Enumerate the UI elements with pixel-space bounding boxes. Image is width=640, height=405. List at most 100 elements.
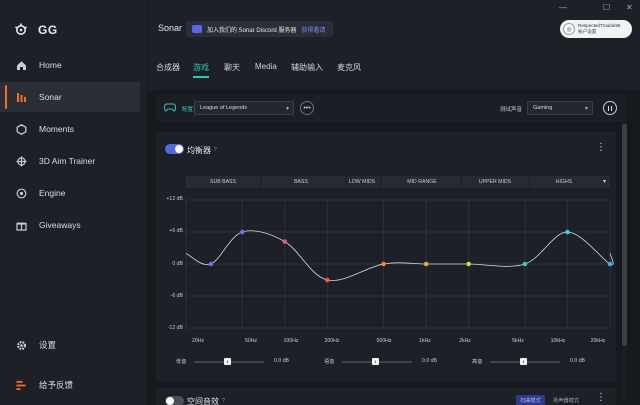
tab-aux[interactable]: 辅助输入 (291, 62, 323, 73)
sidebar-item-moments[interactable]: Moments (0, 114, 140, 144)
sidebar-item-label: Moments (39, 124, 74, 134)
sidebar-item-label: Home (39, 60, 62, 70)
x-tick-label: 20kHz (590, 338, 606, 344)
equalizer-panel: 均衡器 ? ⋮ SUB BASS BASS LOW MIDS MID RANGE… (156, 132, 616, 382)
page-title: Sonar (158, 23, 183, 33)
main-content: 配置: League of Legends ▾ ••• 测试声音 Gaming … (148, 90, 640, 405)
eq-band-point-7[interactable] (466, 261, 471, 267)
sidebar-item-label: 设置 (39, 340, 57, 350)
eq-band-point-5[interactable] (381, 261, 386, 267)
close-icon[interactable]: ✕ (626, 3, 633, 12)
discord-invite-link[interactable]: 获得邀请 (301, 25, 325, 34)
content-scrollbar[interactable] (622, 120, 627, 400)
eq-response-curve (185, 230, 614, 281)
voice-slider-value: 0.0 dB (422, 358, 437, 364)
x-tick-label: 2kHz (459, 338, 471, 344)
sidebar-item-settings[interactable]: 设置 (0, 330, 140, 360)
minimize-icon[interactable]: — (559, 3, 567, 12)
pause-test-button[interactable] (603, 101, 617, 115)
sidebar-item-home[interactable]: Home (0, 50, 140, 80)
x-tick-label: 500Hz (376, 338, 392, 344)
sidebar: GG Home Sonar Moments 3D Aim Trainer Eng… (0, 0, 148, 405)
test-sound-label: 测试声音 (500, 107, 523, 113)
app-title: GG (38, 23, 58, 37)
test-sound-value: Gaming (533, 105, 553, 111)
user-account-button[interactable]: ◎ RespectedTrouble96 帐户设置 (560, 20, 632, 38)
sidebar-item-label: 3D Aim Trainer (39, 156, 96, 166)
x-tick-label: 50Hz (244, 338, 258, 344)
spatial-menu-icon[interactable]: ⋮ (596, 393, 606, 403)
tab-microphone[interactable]: 麦克风 (337, 62, 361, 73)
steelseries-logo-icon (14, 23, 28, 35)
eq-band-point-4[interactable] (325, 277, 330, 283)
eq-band-point-2[interactable] (239, 229, 245, 235)
x-tick-label: 100Hz (283, 338, 299, 344)
discord-banner-text: 加入我们的 Sonar Discord 服务器 (207, 27, 297, 34)
tab-chat[interactable]: 聊天 (224, 62, 240, 73)
x-tick-label: 20Hz (191, 338, 205, 344)
avatar-icon: ◎ (563, 23, 575, 35)
voice-slider-thumb[interactable]: ‖ (372, 358, 379, 365)
x-tick-label: 200Hz (324, 338, 340, 344)
chevron-down-icon: ▾ (584, 106, 588, 112)
sidebar-item-label: Sonar (39, 92, 62, 102)
more-horizontal-icon: ••• (303, 104, 311, 112)
sidebar-item-feedback[interactable]: 给予反馈 (0, 370, 140, 400)
treble-slider-label: 高音 (472, 359, 483, 365)
treble-slider-thumb[interactable]: ‖ (520, 358, 527, 365)
pause-icon (607, 105, 610, 111)
eq-band-point-1[interactable] (208, 261, 214, 267)
x-tick-label: 10kHz (550, 338, 566, 344)
eq-band-point-8[interactable] (522, 261, 528, 267)
y-tick-label: +12 dB (166, 196, 183, 202)
y-tick-label: 0 dB (172, 261, 183, 267)
eq-band-point-6[interactable] (423, 261, 429, 267)
discord-invite-banner[interactable]: 加入我们的 Sonar Discord 服务器 获得邀请 (186, 21, 334, 37)
eq-band-point-3[interactable] (282, 239, 288, 244)
bass-slider-label: 低音 (176, 359, 187, 365)
mode-speaker-button[interactable]: 扬声器模式 (549, 395, 583, 405)
eq-band-point-9[interactable] (565, 229, 570, 235)
gamepad-icon (164, 103, 176, 112)
app-logo[interactable]: GG (14, 20, 58, 40)
sidebar-item-label: Engine (39, 188, 66, 198)
tab-mixer[interactable]: 合成器 (156, 62, 180, 73)
feedback-icon (16, 380, 26, 390)
scrollbar-thumb[interactable] (622, 124, 627, 346)
config-bar: 配置: League of Legends ▾ ••• 测试声音 Gaming … (156, 94, 626, 122)
config-profile-select[interactable]: League of Legends ▾ (194, 101, 294, 115)
sidebar-item-giveaways[interactable]: Giveaways (0, 210, 140, 240)
tab-game[interactable]: 游戏 (193, 62, 209, 78)
gift-icon (16, 222, 27, 231)
config-more-button[interactable]: ••• (300, 101, 314, 115)
config-profile-value: League of Legends (200, 105, 248, 111)
sidebar-item-engine[interactable]: Engine (0, 178, 140, 208)
spatial-audio-toggle[interactable] (165, 396, 184, 405)
bass-slider-thumb[interactable]: ‖ (224, 358, 231, 365)
sidebar-item-sonar[interactable]: Sonar (0, 82, 140, 112)
top-header: — ☐ ✕ Sonar 加入我们的 Sonar Discord 服务器 获得邀请… (148, 0, 640, 52)
sonar-tabs: 合成器 游戏 聊天 Media 辅助输入 麦克风 (148, 52, 640, 90)
x-tick-label: 1kHz (419, 338, 431, 344)
mode-active-button[interactable]: 扫曲模式 (516, 395, 545, 405)
moments-icon (16, 123, 27, 135)
discord-icon (192, 25, 202, 33)
bass-slider-value: 0.0 dB (274, 358, 289, 364)
help-icon[interactable]: ? (222, 398, 225, 404)
chevron-down-icon: ▾ (285, 106, 289, 112)
config-label: 配置: (182, 107, 195, 113)
y-tick-label: -12 dB (167, 325, 183, 331)
equalizer-graph[interactable] (156, 132, 616, 347)
gear-icon (16, 340, 27, 350)
test-sound-select[interactable]: Gaming ▾ (527, 101, 593, 115)
voice-slider-label: 语音 (324, 359, 335, 365)
sonar-icon (17, 92, 26, 102)
maximize-icon[interactable]: ☐ (603, 3, 610, 12)
sidebar-item-aim-trainer[interactable]: 3D Aim Trainer (0, 146, 140, 176)
engine-icon (16, 188, 27, 198)
tab-media[interactable]: Media (255, 62, 277, 71)
spatial-audio-title: 空间音效 (187, 397, 219, 405)
sidebar-item-label: 给予反馈 (39, 380, 74, 390)
eq-band-point-10[interactable] (607, 261, 613, 267)
spatial-audio-panel: 空间音效 ? 扫曲模式 扬声器模式 ⋮ (156, 388, 616, 405)
